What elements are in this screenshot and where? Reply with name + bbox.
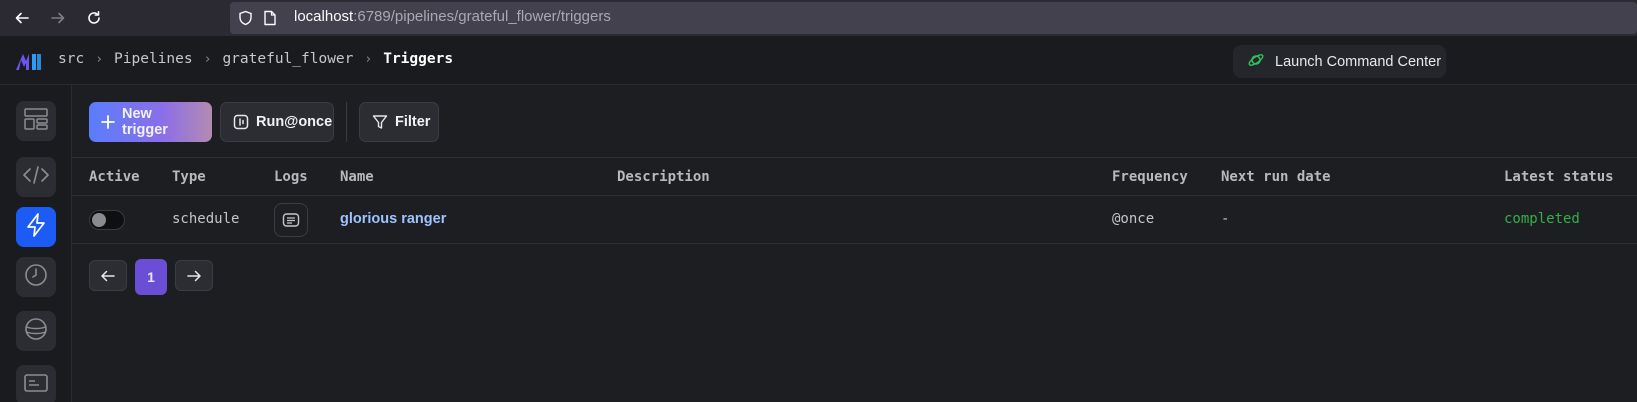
breadcrumb-pipeline-name[interactable]: grateful_flower: [222, 51, 353, 67]
browser-toolbar: localhost:6789/pipelines/grateful_flower…: [0, 0, 1637, 36]
active-toggle[interactable]: [89, 210, 125, 230]
sidebar-item-triggers[interactable]: [16, 207, 56, 247]
table-header: Active Type Logs Name Description Freque…: [72, 158, 1637, 196]
breadcrumb-pipelines[interactable]: Pipelines: [114, 51, 193, 67]
mage-logo[interactable]: [16, 52, 42, 75]
triggers-toolbar: New trigger Run@once Filter: [72, 85, 1637, 158]
arrow-right-icon: [187, 270, 201, 282]
sidebar-item-globe[interactable]: [16, 311, 56, 351]
arrow-left-icon: [101, 270, 115, 282]
forward-arrow-icon[interactable]: [46, 6, 70, 30]
column-header-active[interactable]: Active: [89, 169, 140, 185]
url-host: localhost: [294, 8, 354, 25]
sidebar: [0, 85, 72, 402]
run-once-button[interactable]: Run@once: [220, 102, 334, 142]
column-header-description[interactable]: Description: [617, 169, 710, 185]
back-arrow-icon[interactable]: [10, 6, 34, 30]
column-header-next-run-date[interactable]: Next run date: [1221, 169, 1331, 185]
url-text[interactable]: localhost:6789/pipelines/grateful_flower…: [294, 8, 611, 25]
sidebar-item-dashboard[interactable]: [16, 101, 56, 141]
page-icon: [263, 10, 277, 31]
previous-page-button[interactable]: [89, 260, 127, 291]
filter-button[interactable]: Filter: [359, 102, 439, 142]
column-header-type[interactable]: Type: [172, 169, 206, 185]
planet-icon: [24, 317, 48, 346]
toggle-knob: [92, 213, 106, 227]
new-trigger-label: New trigger: [122, 106, 168, 138]
shield-icon[interactable]: [238, 10, 253, 31]
sidebar-item-code[interactable]: [16, 157, 56, 197]
chevron-right-icon: ›: [95, 51, 104, 67]
trigger-frequency: @once: [1112, 211, 1155, 227]
clock-icon: [24, 263, 48, 292]
reload-icon[interactable]: [82, 6, 106, 30]
command-center-label: Launch Command Center: [1275, 53, 1442, 70]
toolbar-divider: [346, 102, 347, 142]
table-row[interactable]: schedule glorious ranger @once - complet…: [72, 196, 1637, 244]
status-badge: completed: [1504, 211, 1580, 227]
filter-label: Filter: [395, 114, 431, 130]
breadcrumb-src[interactable]: src: [58, 51, 84, 67]
breadcrumb-triggers: Triggers: [383, 51, 454, 67]
terminal-icon: [24, 373, 48, 398]
pagination: 1: [72, 244, 1637, 304]
column-header-logs[interactable]: Logs: [274, 169, 308, 185]
column-header-frequency[interactable]: Frequency: [1112, 169, 1188, 185]
new-trigger-button[interactable]: New trigger: [89, 102, 212, 142]
run-once-label: Run@once: [256, 114, 333, 130]
breadcrumb: src › Pipelines › grateful_flower › Trig…: [58, 51, 453, 67]
planet-icon: [1247, 51, 1265, 73]
launch-command-center-button[interactable]: Launch Command Center: [1233, 45, 1446, 78]
sidebar-item-runs[interactable]: [16, 257, 56, 297]
trigger-type: schedule: [172, 211, 240, 227]
logs-icon: [282, 212, 300, 228]
chevron-right-icon: ›: [203, 51, 212, 67]
plus-icon: [101, 115, 115, 129]
next-page-button[interactable]: [175, 260, 213, 291]
logs-button[interactable]: [274, 203, 308, 237]
chevron-right-icon: ›: [364, 51, 373, 67]
trigger-next-run-date: -: [1221, 211, 1230, 227]
column-header-latest-status[interactable]: Latest status: [1504, 169, 1614, 185]
dashboard-icon: [24, 107, 48, 135]
sidebar-item-terminal[interactable]: [16, 365, 56, 402]
app-header: src › Pipelines › grateful_flower › Trig…: [0, 36, 1637, 85]
run-icon: [233, 114, 249, 130]
filter-icon: [372, 114, 388, 130]
column-header-name[interactable]: Name: [340, 169, 374, 185]
lightning-icon: [26, 212, 46, 242]
page-1-button[interactable]: 1: [135, 259, 167, 295]
url-path: :6789/pipelines/grateful_flower/triggers: [353, 8, 611, 25]
code-icon: [23, 165, 49, 189]
trigger-name-link[interactable]: glorious ranger: [340, 211, 446, 227]
